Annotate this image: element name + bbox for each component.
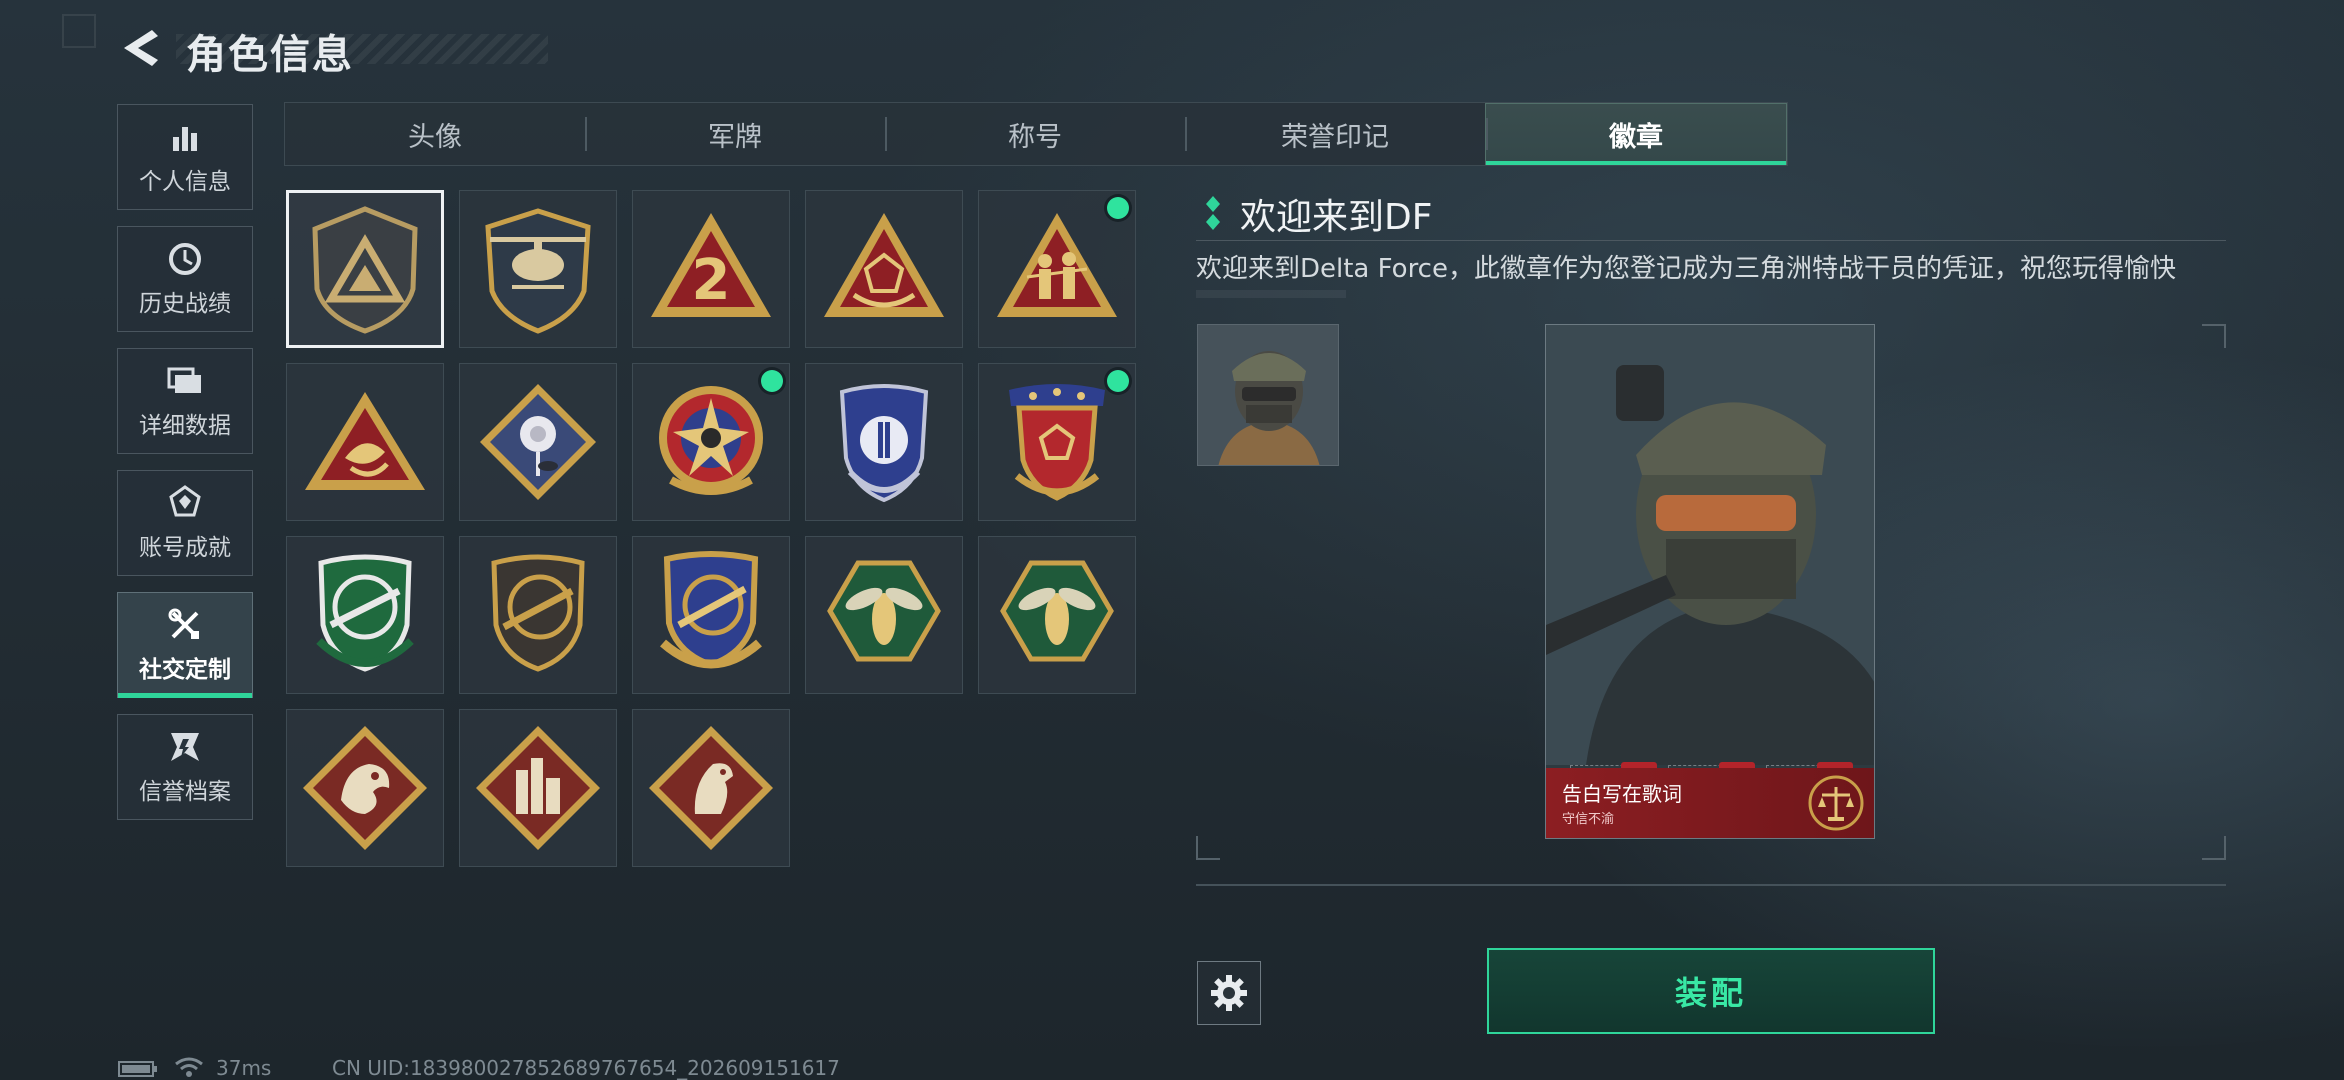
history-icon [166,240,204,278]
soldier-portrait-icon [1198,325,1338,465]
badge-helicopter[interactable] [459,190,617,348]
badge-city[interactable] [459,709,617,867]
scales-emblem-icon [1808,775,1864,831]
card-nameplate: 告白写在歌词 守信不渝 [1546,768,1874,838]
equip-button[interactable]: 装配 [1487,948,1935,1034]
dark-rifle-badge-icon [491,554,585,672]
hand-dice-badge-icon [824,213,944,317]
sidebar-item-label: 历史战绩 [139,291,231,317]
corner-decoration [62,14,96,48]
badge-dragon[interactable] [286,709,444,867]
horse-badge-icon [649,726,773,850]
new-indicator-dot [1107,370,1129,392]
soldiers-badge-icon [997,213,1117,317]
badge-red-two[interactable]: 2 [632,190,790,348]
badge-hand-dice[interactable] [805,190,963,348]
tab-honor-mark[interactable]: 荣誉印记 [1185,103,1485,165]
badge-dark-rifle[interactable] [459,536,617,694]
badge-star-skull[interactable] [632,363,790,521]
badge-rose[interactable] [459,363,617,521]
badge-red-shield-stars[interactable] [978,363,1136,521]
badge-blue-shield[interactable] [805,363,963,521]
wifi-icon [175,1057,203,1077]
divider [1196,884,2226,886]
gold-rifle-badge-icon [660,551,762,669]
sidebar-item-credit[interactable]: 信誉档案 [117,714,253,820]
badge-green-rifle[interactable] [286,536,444,694]
sidebar-item-achievements[interactable]: 账号成就 [117,470,253,576]
badge-delta-triangle[interactable] [286,190,444,348]
tab-dog-tag[interactable]: 军牌 [585,103,885,165]
gear-icon [1211,975,1247,1011]
rose-badge-icon [480,384,596,500]
city-badge-icon [476,726,600,850]
sidebar-item-label: 信誉档案 [139,779,231,805]
tab-bar: 头像 军牌 称号 荣誉印记 徽章 [284,102,1788,166]
folder-icon [166,362,204,400]
sidebar-item-social-custom[interactable]: 社交定制 [117,592,253,698]
credit-icon [166,728,204,766]
diamond-marker-icon [1206,196,1220,230]
helicopter-badge-icon [485,208,591,334]
bar-chart-icon [166,118,204,156]
sidebar-item-label: 社交定制 [139,657,231,683]
sidebar-item-history[interactable]: 历史战绩 [117,226,253,332]
player-card-preview: 告白写在歌词 守信不渝 [1545,324,1875,839]
new-indicator-dot [1107,197,1129,219]
new-indicator-dot [761,370,783,392]
card-subtitle: 守信不渝 [1562,812,1615,827]
fish-badge-icon [305,392,425,490]
sidebar-item-label: 个人信息 [139,169,231,195]
sidebar-item-personal-info[interactable]: 个人信息 [117,104,253,210]
page-title: 角色信息 [186,32,354,78]
green-wasp-badge-icon [1000,560,1114,662]
avatar [1197,324,1339,466]
badge-fish[interactable] [286,363,444,521]
achievement-icon [166,484,204,522]
badge-horse[interactable] [632,709,790,867]
description-underline [1196,290,1346,298]
green-rifle-badge-icon [316,554,414,672]
delta-triangle-badge-icon [312,206,418,334]
badge-soldiers[interactable] [978,190,1136,348]
card-player-title: 告白写在歌词 [1562,782,1682,806]
soldier-illustration-icon [1546,325,1874,765]
tab-avatar[interactable]: 头像 [285,103,585,165]
divider [1196,240,2226,241]
red-number-two-badge-icon: 2 [651,213,771,317]
svg-text:2: 2 [692,248,731,313]
sidebar-item-label: 账号成就 [139,535,231,561]
tools-icon [166,606,204,644]
badge-green-wasp-2[interactable] [978,536,1136,694]
red-shield-stars-badge-icon [1009,384,1105,501]
badge-gold-rifle[interactable] [632,536,790,694]
battery-icon [118,1061,157,1077]
settings-button[interactable] [1197,961,1261,1025]
uid-readout: CN UID:1839800278526897676​54_2026091516… [332,1056,840,1080]
green-wasp-badge-icon [827,560,941,662]
badge-detail-description: 欢迎来到Delta Force，此徽章作为您登记成为三角洲特战干员的凭证，祝您玩… [1196,254,2176,284]
back-arrow-icon [124,30,158,66]
dragon-badge-icon [303,726,427,850]
ping-readout: 37ms [216,1056,272,1080]
star-skull-badge-icon [659,386,763,495]
sidebar-item-detailed-data[interactable]: 详细数据 [117,348,253,454]
blue-shield-badge-icon [839,384,929,503]
badge-green-wasp[interactable] [805,536,963,694]
tab-title[interactable]: 称号 [885,103,1185,165]
badge-detail-title: 欢迎来到DF [1240,197,1433,238]
back-button[interactable] [118,26,162,70]
tab-badge[interactable]: 徽章 [1485,103,1787,165]
sidebar-item-label: 详细数据 [139,413,231,439]
